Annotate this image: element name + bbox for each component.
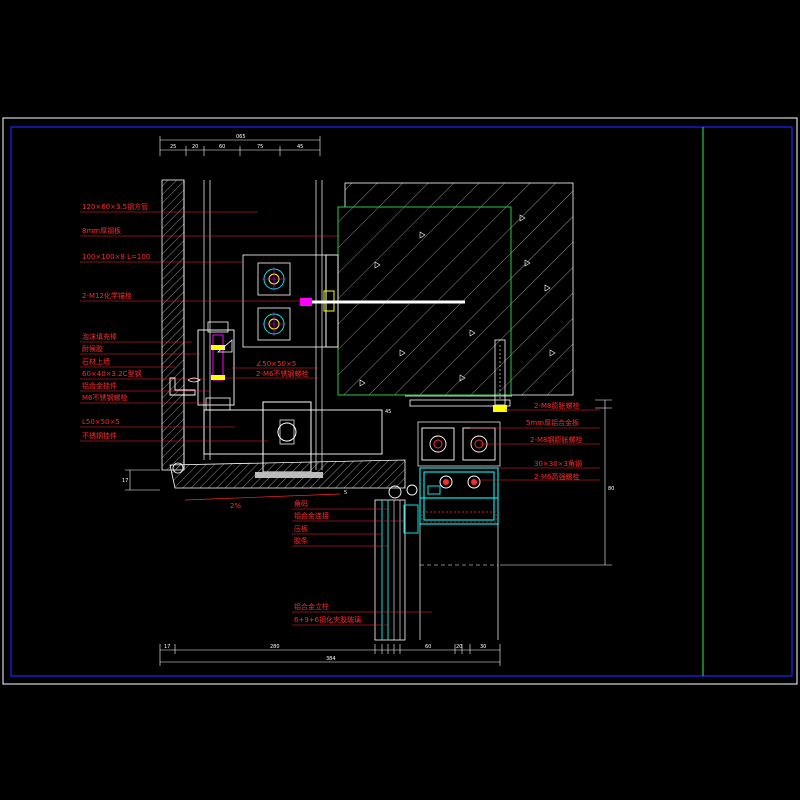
label-al-plate: 5mm厚铝合金板 [526, 418, 579, 427]
label-chemical-anchor: 2-M12化学锚栓 [82, 291, 132, 300]
sill-slab [169, 459, 406, 489]
label-gasket: 胶条 [294, 536, 308, 545]
bolt-plate-lower [257, 307, 291, 341]
label-corner-code: 角码 [294, 499, 308, 508]
bottom-dim-1: 17 [164, 644, 170, 650]
label-m8-steel: 2-M8钢膨胀螺栓 [530, 435, 582, 444]
bottom-dim-2: 280 [270, 644, 280, 650]
mullion-bolts [427, 475, 481, 495]
top-dim-4: 75 [257, 144, 263, 150]
bottom-dim-5: 30 [480, 644, 486, 650]
left-dimension [125, 469, 160, 491]
bolt-plate-upper [257, 262, 291, 296]
stone-cladding [161, 179, 185, 471]
slope-line [184, 493, 341, 501]
cad-drawing: 065 25 20 60 75 45 2% 80 17 17 280 60 20… [2, 117, 798, 685]
label-angle-50: ∠50×50×5 [256, 360, 296, 368]
label-plate-size: 100×100×8 L=100 [82, 253, 150, 261]
bottom-total-dim: 384 [326, 656, 336, 662]
slope-label: 2% [230, 502, 241, 510]
label-stone: 石材上墙 [82, 357, 110, 366]
aluminum-mullion [419, 467, 499, 525]
horizontal-member [203, 409, 383, 455]
bottom-dim-4: 20 [456, 644, 462, 650]
center-bolt [277, 419, 297, 445]
label-glass: 6+9+6钢化夹胶玻璃 [294, 615, 361, 624]
right-dim: 80 [608, 486, 614, 492]
label-m6-bolt: M6不锈钢螺栓 [82, 393, 128, 402]
connection-box-1 [421, 427, 455, 461]
label-m6-high: 2-M6高强螺栓 [534, 472, 579, 481]
label-steel-plate: 8mm厚钢板 [82, 226, 121, 235]
label-steel-tube: 120×60×3.5钢方管 [82, 202, 148, 211]
top-dim-1: 25 [170, 144, 176, 150]
label-al-hanger: 铝合金挂件 [82, 381, 117, 390]
center-bracket [262, 401, 312, 473]
label-foam-rod: 泡沫填充棒 [82, 332, 117, 341]
label-al-connect: 铝合金连接 [294, 511, 329, 520]
label-ss-hanger: 不锈钢挂件 [82, 431, 117, 440]
top-total-dim: 065 [236, 134, 246, 140]
label-c-steel: 60×40×3.2C型钢 [82, 369, 142, 378]
label-al-mullion: 铝合金立柱 [294, 602, 329, 611]
hanger-bracket [197, 321, 235, 411]
gap-label: 5 [344, 490, 347, 496]
label-press-plate: 压板 [294, 524, 308, 533]
angle-label: 45 [385, 409, 391, 415]
label-angle-l50: L50×50×5 [82, 418, 120, 426]
left-dim: 17 [122, 478, 128, 484]
top-dim-3: 60 [219, 144, 225, 150]
label-sealant: 耐候胶 [82, 344, 103, 353]
bottom-dimension [159, 644, 501, 666]
top-dim-5: 45 [297, 144, 303, 150]
label-angle-30: 30×30×3角钢 [534, 459, 582, 468]
bottom-dim-3: 60 [425, 644, 431, 650]
glass-mullion [374, 484, 419, 641]
top-dim-2: 20 [192, 144, 198, 150]
label-m8-expansion: 2-M8膨胀螺栓 [534, 401, 579, 410]
label-m6-ss-bolt: 2-M6不锈钢螺栓 [256, 369, 308, 378]
